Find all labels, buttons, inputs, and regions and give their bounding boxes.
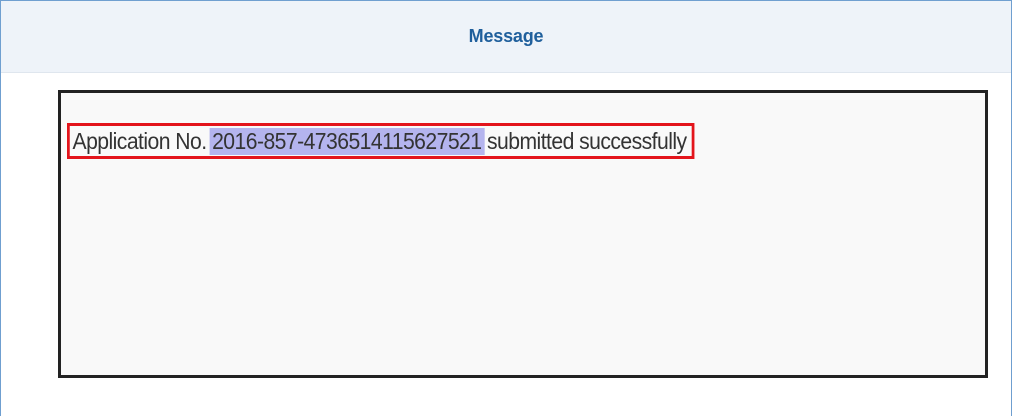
panel-header: Message (1, 1, 1011, 73)
message-box: Application No. 2016-857-473651411562752… (58, 90, 988, 378)
message-suffix: submitted successfully (487, 127, 687, 154)
message-prefix: Application No. (72, 127, 208, 154)
message-panel: Message Application No. 2016-857-4736514… (0, 0, 1012, 416)
panel-title: Message (468, 26, 544, 46)
success-message: Application No. 2016-857-473651411562752… (67, 123, 695, 159)
application-number[interactable]: 2016-857-4736514115627521 (209, 127, 485, 155)
